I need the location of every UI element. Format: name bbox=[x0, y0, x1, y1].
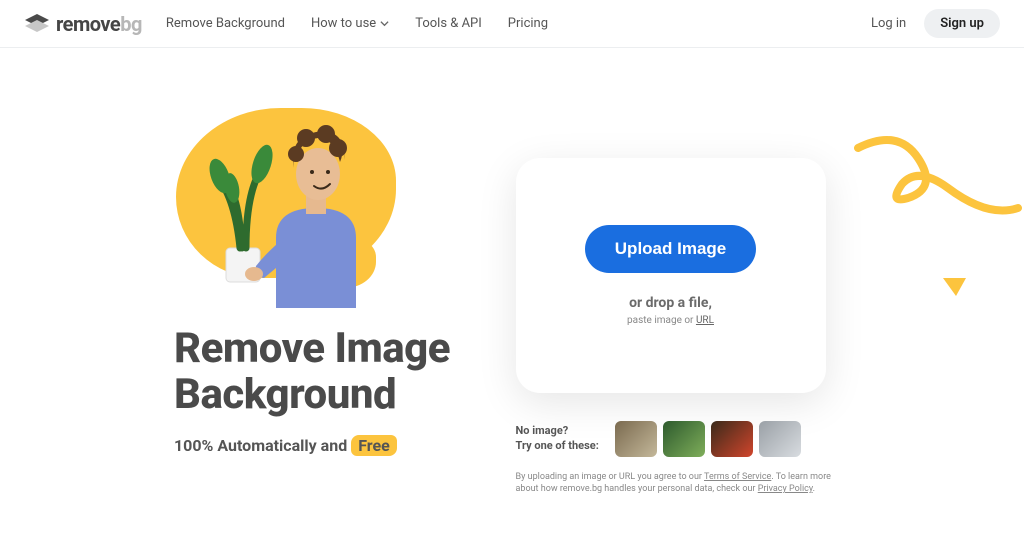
hero-illustration bbox=[156, 98, 416, 308]
nav-remove-background[interactable]: Remove Background bbox=[166, 16, 285, 31]
legal-tail: . bbox=[813, 484, 815, 494]
nav-tools-api[interactable]: Tools & API bbox=[415, 16, 482, 31]
sample-images-row: No image? Try one of these: bbox=[516, 421, 826, 457]
sample-thumbnails bbox=[615, 421, 801, 457]
nav-how-to-use-label: How to use bbox=[311, 16, 376, 31]
legal-disclaimer: By uploading an image or URL you agree t… bbox=[516, 471, 836, 495]
samples-try-one: Try one of these: bbox=[516, 439, 599, 452]
logo-text-main: remove bbox=[56, 12, 120, 36]
chevron-down-icon bbox=[380, 19, 389, 28]
paste-text: paste image or URL bbox=[627, 315, 714, 326]
nav-how-to-use[interactable]: How to use bbox=[311, 16, 389, 31]
sample-thumbnail-2[interactable] bbox=[663, 421, 705, 457]
drop-file-text: or drop a file, bbox=[629, 295, 712, 311]
sample-thumbnail-3[interactable] bbox=[711, 421, 753, 457]
legal-prefix: By uploading an image or URL you agree t… bbox=[516, 472, 705, 482]
headline: Remove Image Background bbox=[174, 326, 476, 418]
privacy-policy-link[interactable]: Privacy Policy bbox=[758, 484, 813, 494]
samples-no-image: No image? bbox=[516, 424, 569, 437]
terms-of-service-link[interactable]: Terms of Service bbox=[704, 472, 771, 482]
hero-left: Remove Image Background 100% Automatical… bbox=[56, 88, 476, 495]
nav-pricing[interactable]: Pricing bbox=[508, 16, 548, 31]
logo-text-suffix: bg bbox=[120, 12, 142, 36]
squiggle-decoration-icon bbox=[848, 128, 1024, 308]
login-link[interactable]: Log in bbox=[871, 16, 906, 31]
person-with-plant-icon bbox=[206, 118, 386, 308]
paste-prefix: paste image or bbox=[627, 315, 696, 326]
paste-url-link[interactable]: URL bbox=[696, 315, 714, 326]
nav: Remove Background How to use Tools & API… bbox=[166, 16, 548, 31]
hero: Remove Image Background 100% Automatical… bbox=[0, 48, 1024, 495]
upload-card[interactable]: Upload Image or drop a file, paste image… bbox=[516, 158, 826, 393]
upload-image-button[interactable]: Upload Image bbox=[585, 225, 756, 273]
header: removebg Remove Background How to use To… bbox=[0, 0, 1024, 48]
headline-line2: Background bbox=[174, 370, 396, 419]
free-badge: Free bbox=[351, 435, 397, 456]
logo[interactable]: removebg bbox=[24, 12, 142, 36]
subheadline: 100% Automatically and Free bbox=[174, 436, 476, 455]
headline-line1: Remove Image bbox=[174, 324, 450, 373]
samples-label: No image? Try one of these: bbox=[516, 424, 599, 454]
subhead-prefix: 100% Automatically and bbox=[174, 436, 347, 455]
hero-right: Upload Image or drop a file, paste image… bbox=[476, 88, 968, 495]
logo-icon bbox=[24, 13, 50, 35]
sample-thumbnail-1[interactable] bbox=[615, 421, 657, 457]
signup-button[interactable]: Sign up bbox=[924, 9, 1000, 38]
sample-thumbnail-4[interactable] bbox=[759, 421, 801, 457]
auth: Log in Sign up bbox=[871, 9, 1000, 38]
